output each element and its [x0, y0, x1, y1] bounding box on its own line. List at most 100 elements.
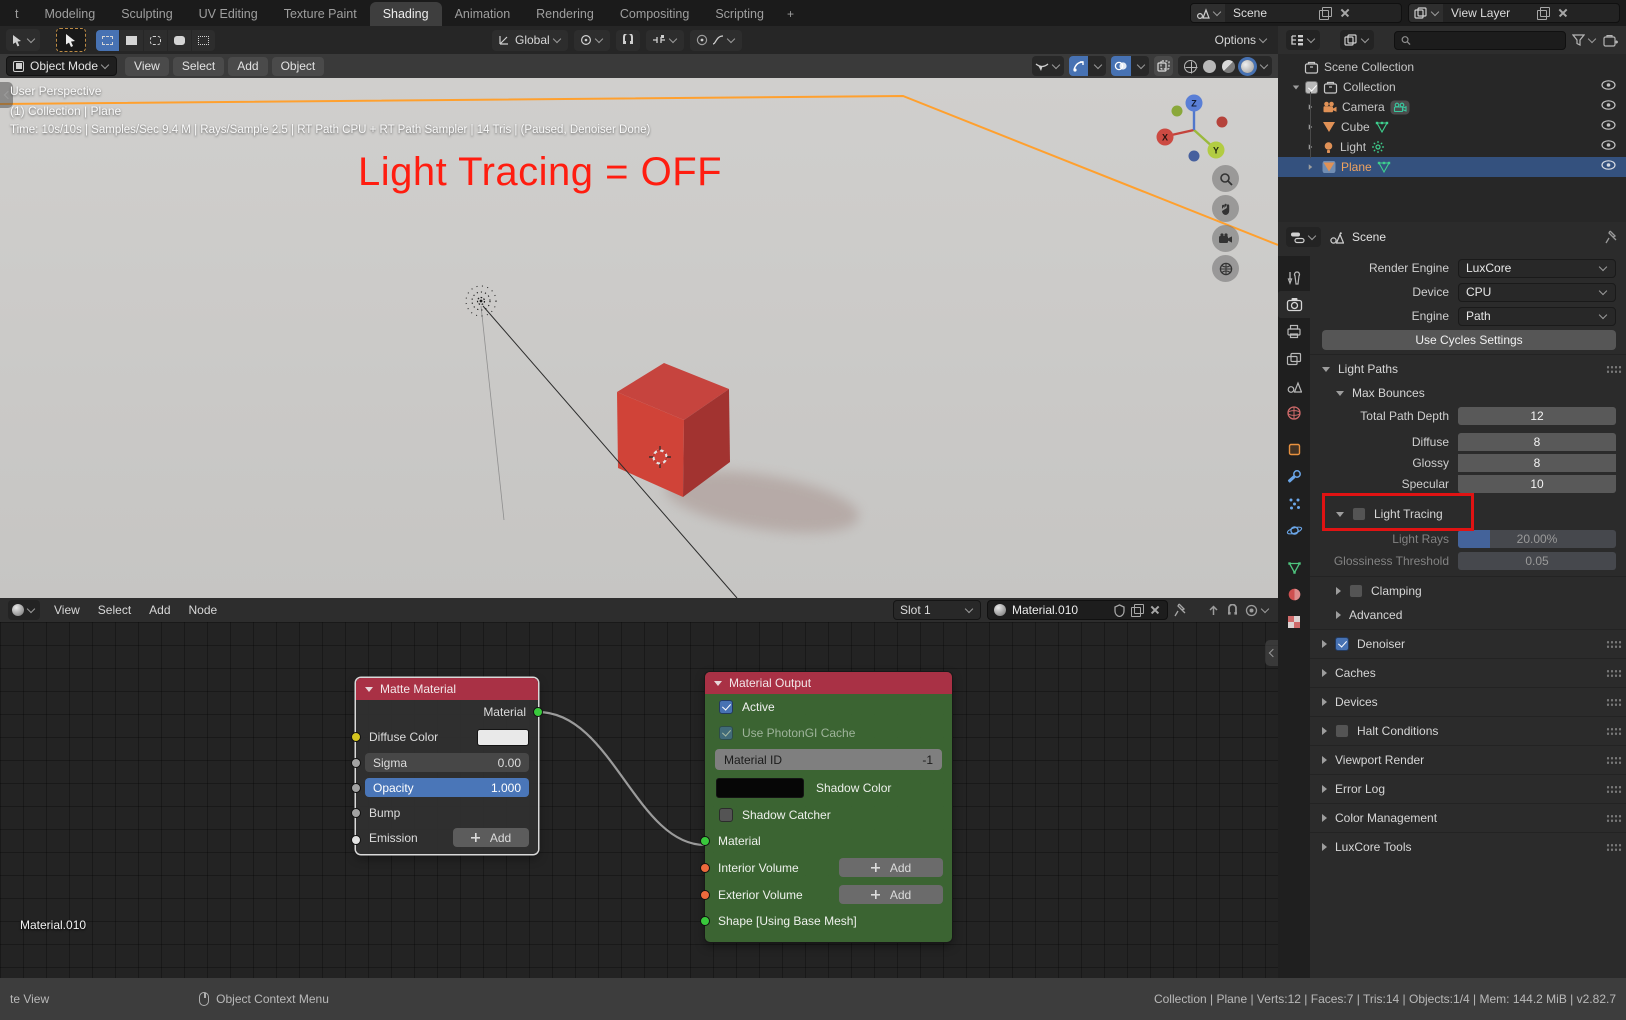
editor-type-selector[interactable]: [8, 600, 40, 620]
halt-conditions-checkbox[interactable]: [1335, 724, 1349, 738]
panel-drag-dots[interactable]: [1606, 640, 1622, 649]
show-gizmo-dropdown[interactable]: [1032, 56, 1064, 76]
properties-editor-selector[interactable]: [1286, 227, 1321, 247]
shading-rendered-button[interactable]: [1241, 60, 1254, 73]
max-bounces-panel-header[interactable]: Max Bounces: [1310, 381, 1626, 405]
halt-conditions-panel-header[interactable]: Halt Conditions: [1310, 719, 1626, 743]
light-paths-panel-header[interactable]: Light Paths: [1310, 357, 1626, 381]
object-menu[interactable]: Object: [272, 57, 325, 76]
outliner-row-plane[interactable]: Plane: [1278, 157, 1626, 177]
error-log-panel-header[interactable]: Error Log: [1310, 777, 1626, 801]
tab-physics[interactable]: [1278, 517, 1310, 544]
view-layer-icon[interactable]: [1409, 4, 1443, 22]
light-rays-slider[interactable]: 20.00%: [1458, 530, 1616, 548]
scene-selector[interactable]: Scene: [1190, 3, 1402, 23]
view-menu[interactable]: View: [125, 57, 169, 76]
mesh-data-icon[interactable]: [1377, 161, 1391, 174]
select-mode-tweak[interactable]: [96, 30, 119, 51]
new-view-layer-button[interactable]: [1533, 4, 1553, 22]
panel-drag-dots[interactable]: [1606, 365, 1622, 374]
devices-panel-header[interactable]: Devices: [1310, 690, 1626, 714]
gizmo-neg-z-ball[interactable]: [1189, 151, 1200, 162]
snap-toggle[interactable]: [616, 30, 640, 51]
engine-dropdown[interactable]: Path: [1458, 307, 1616, 326]
shader-select-menu[interactable]: Select: [98, 603, 131, 617]
remove-view-layer-button[interactable]: [1553, 4, 1573, 22]
mesh-data-icon[interactable]: [1375, 121, 1389, 134]
diffuse-color-input-socket[interactable]: [351, 732, 361, 742]
material-id-field[interactable]: Material ID -1: [715, 749, 942, 770]
photongi-checkbox[interactable]: [719, 726, 733, 740]
workspace-tab-animation[interactable]: Animation: [442, 2, 524, 26]
light-data-icon[interactable]: [1371, 140, 1385, 154]
tab-material[interactable]: [1278, 581, 1310, 608]
advanced-panel-header[interactable]: Advanced: [1310, 603, 1626, 627]
unlink-material-icon[interactable]: [1149, 604, 1161, 616]
material-slot-dropdown[interactable]: Slot 1: [893, 600, 981, 620]
options-dropdown[interactable]: Options: [1215, 33, 1268, 47]
select-mode-lasso[interactable]: [168, 30, 191, 51]
select-mode-extend[interactable]: [192, 30, 215, 51]
interior-volume-socket[interactable]: [700, 863, 710, 873]
panel-drag-dots[interactable]: [1606, 698, 1622, 707]
navigation-gizmo[interactable]: X Y Z: [1157, 95, 1228, 162]
snap-target-dropdown[interactable]: [646, 30, 684, 51]
properties-pin-icon[interactable]: [1605, 230, 1618, 244]
tab-scene[interactable]: [1278, 372, 1310, 399]
filter-dropdown[interactable]: [1572, 34, 1597, 46]
node-matte-material[interactable]: Matte Material Material Diffuse Color Si…: [356, 678, 538, 854]
shader-node-canvas[interactable]: Matte Material Material Diffuse Color Si…: [0, 622, 1278, 978]
matte-node-header[interactable]: Matte Material: [356, 678, 538, 700]
shadow-catcher-checkbox[interactable]: [719, 808, 733, 822]
collection-expand-arrow[interactable]: [1293, 85, 1299, 89]
active-tool-select-box[interactable]: [56, 28, 86, 52]
gizmo-neg-x-ball[interactable]: [1217, 117, 1228, 128]
shader-sidebar-toggle[interactable]: [1265, 640, 1278, 666]
device-dropdown[interactable]: CPU: [1458, 283, 1616, 302]
select-menu[interactable]: Select: [173, 57, 224, 76]
workspace-tab-sculpting[interactable]: Sculpting: [108, 2, 185, 26]
add-workspace-button[interactable]: +: [777, 2, 804, 26]
proportional-editing-group[interactable]: [690, 30, 742, 51]
gizmo-neg-y-ball[interactable]: [1172, 106, 1183, 117]
material-name-field[interactable]: Material.010: [1012, 603, 1108, 617]
outliner-row-camera[interactable]: Camera: [1278, 97, 1626, 117]
glossiness-threshold-field[interactable]: 0.05: [1458, 552, 1616, 570]
shape-input-socket[interactable]: [700, 916, 710, 926]
exterior-volume-socket[interactable]: [700, 890, 710, 900]
tab-tool[interactable]: [1278, 264, 1310, 291]
panel-drag-dots[interactable]: [1606, 843, 1622, 852]
tab-object-data[interactable]: [1278, 554, 1310, 581]
tool-editor-selector[interactable]: [6, 29, 40, 51]
material-input-socket[interactable]: [700, 836, 710, 846]
node-link-material[interactable]: [538, 712, 705, 845]
visibility-eye-icon[interactable]: [1601, 160, 1616, 170]
xray-toggle[interactable]: [1111, 56, 1131, 76]
outliner-row-scene-collection[interactable]: Scene Collection: [1278, 57, 1626, 77]
transform-orientation-dropdown[interactable]: Global: [492, 30, 568, 51]
panel-drag-dots[interactable]: [1606, 814, 1622, 823]
visibility-eye-icon[interactable]: [1601, 120, 1616, 130]
workspace-tab-texture-paint[interactable]: Texture Paint: [271, 2, 370, 26]
tab-texture[interactable]: [1278, 608, 1310, 635]
new-collection-button[interactable]: [1603, 34, 1618, 47]
interior-volume-add-button[interactable]: Add: [839, 858, 943, 877]
total-path-depth-field[interactable]: 12: [1458, 407, 1616, 425]
shader-view-menu[interactable]: View: [54, 603, 80, 617]
workspace-tab-partial[interactable]: t: [2, 2, 31, 26]
outliner-search[interactable]: [1394, 31, 1566, 50]
select-mode-circle[interactable]: [144, 30, 167, 51]
xray-dropdown[interactable]: [1131, 56, 1149, 76]
tab-modifiers[interactable]: [1278, 463, 1310, 490]
shader-node-menu[interactable]: Node: [189, 603, 218, 617]
sigma-input-socket[interactable]: [351, 758, 361, 768]
exterior-volume-add-button[interactable]: Add: [839, 885, 943, 904]
workspace-tab-modeling[interactable]: Modeling: [31, 2, 108, 26]
diffuse-field[interactable]: 8: [1458, 433, 1616, 451]
outliner-editor-selector[interactable]: [1286, 30, 1320, 50]
render-region-button[interactable]: [1154, 56, 1173, 76]
camera-data-icon[interactable]: [1390, 100, 1410, 115]
panel-drag-dots[interactable]: [1606, 727, 1622, 736]
clamping-panel-header[interactable]: Clamping: [1310, 579, 1626, 603]
shading-material-button[interactable]: [1222, 60, 1235, 73]
